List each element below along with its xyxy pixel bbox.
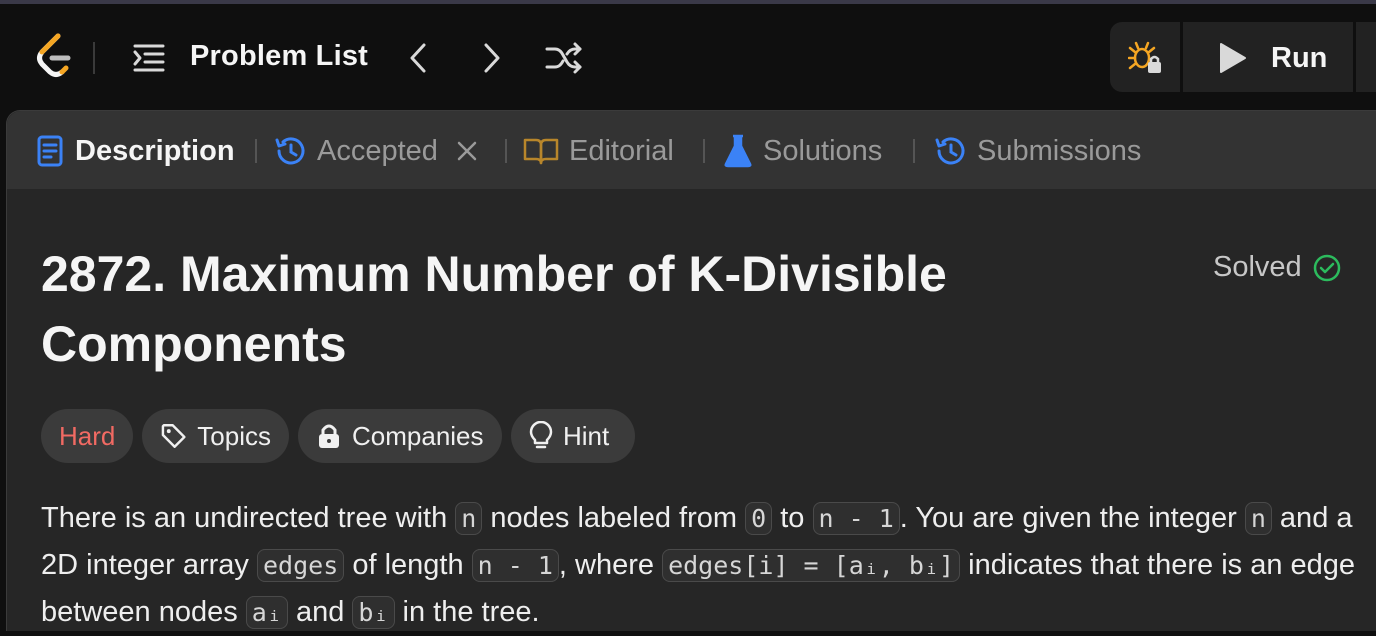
inline-code: n (1244, 502, 1272, 535)
tab-separator (913, 139, 915, 163)
desc-text: to (772, 502, 813, 534)
companies-label: Companies (352, 420, 484, 451)
next-problem-chevron-right-icon[interactable] (476, 40, 508, 76)
solved-label: Solved (1213, 251, 1302, 283)
topics-button[interactable]: Topics (142, 409, 289, 463)
tab-label: Accepted (317, 134, 438, 167)
desc-text: nodes labeled from (482, 502, 746, 534)
run-toolbar: Run (1110, 22, 1376, 92)
book-icon (523, 138, 559, 165)
play-icon (1220, 43, 1246, 73)
tab-description[interactable]: Description (35, 131, 235, 171)
difficulty-badge: Hard (41, 409, 133, 463)
inline-code: n - 1 (471, 549, 559, 582)
shuffle-icon[interactable] (544, 40, 584, 76)
history-icon (935, 137, 965, 165)
close-icon[interactable] (456, 140, 478, 162)
tab-label: Solutions (763, 134, 883, 167)
lightbulb-icon (529, 421, 553, 449)
nav-divider (93, 42, 95, 74)
tab-separator (703, 139, 705, 163)
tab-label: Editorial (569, 134, 674, 167)
tab-editorial[interactable]: Editorial (523, 131, 674, 171)
check-circle-icon (1313, 254, 1340, 281)
panel-tab-bar: Description Accepted Editorial Solutions… (7, 111, 1376, 189)
solved-status: Solved (1213, 251, 1342, 284)
tag-icon (161, 424, 186, 448)
leetcode-logo-icon[interactable] (32, 32, 76, 82)
inline-code: n - 1 (812, 502, 900, 535)
hint-label: Hint (563, 420, 610, 451)
inline-code: edges[i] = [aᵢ, bᵢ] (662, 549, 961, 582)
inline-code: n (455, 502, 483, 535)
difficulty-label: Hard (59, 420, 116, 451)
bug-lock-icon (1128, 41, 1161, 73)
desc-text: . You are given the integer (899, 502, 1245, 534)
tab-separator (505, 139, 507, 163)
tab-submissions[interactable]: Submissions (933, 131, 1141, 171)
inline-code: aᵢ (245, 596, 288, 629)
desc-text: There is an undirected tree with (41, 502, 456, 534)
desc-text: , where (558, 549, 663, 581)
hint-button[interactable]: Hint (511, 409, 635, 463)
tab-solutions[interactable]: Solutions (723, 131, 882, 171)
problem-title: 2872. Maximum Number of K-Divisible Comp… (41, 246, 947, 372)
inline-code: bᵢ (352, 596, 395, 629)
topics-label: Topics (197, 420, 271, 451)
desc-text: and (287, 596, 353, 628)
problem-list-label: Problem List (190, 40, 369, 72)
tab-separator (255, 139, 257, 163)
tab-label: Submissions (977, 134, 1142, 167)
tab-accepted[interactable]: Accepted (273, 131, 478, 171)
desc-text: in the tree. (394, 596, 540, 628)
flask-icon (724, 134, 752, 168)
inline-code: edges (257, 549, 345, 582)
inline-code: 0 (745, 502, 773, 535)
debug-button[interactable] (1110, 22, 1180, 92)
companies-button[interactable]: Companies (298, 409, 502, 463)
top-navbar: Problem List Run (0, 4, 1376, 110)
description-icon (37, 135, 63, 167)
desc-text: of length (344, 549, 472, 581)
run-label: Run (1271, 42, 1328, 74)
tab-label: Description (75, 134, 235, 167)
submit-button-edge[interactable] (1356, 22, 1376, 92)
list-indent-icon (133, 44, 165, 72)
problem-description: There is an undirected tree with n nodes… (41, 495, 1361, 636)
description-panel: Description Accepted Editorial Solutions… (6, 110, 1376, 631)
lock-icon (319, 424, 339, 448)
run-button[interactable]: Run (1183, 22, 1353, 92)
prev-problem-chevron-left-icon[interactable] (402, 40, 434, 76)
history-icon (275, 137, 305, 165)
